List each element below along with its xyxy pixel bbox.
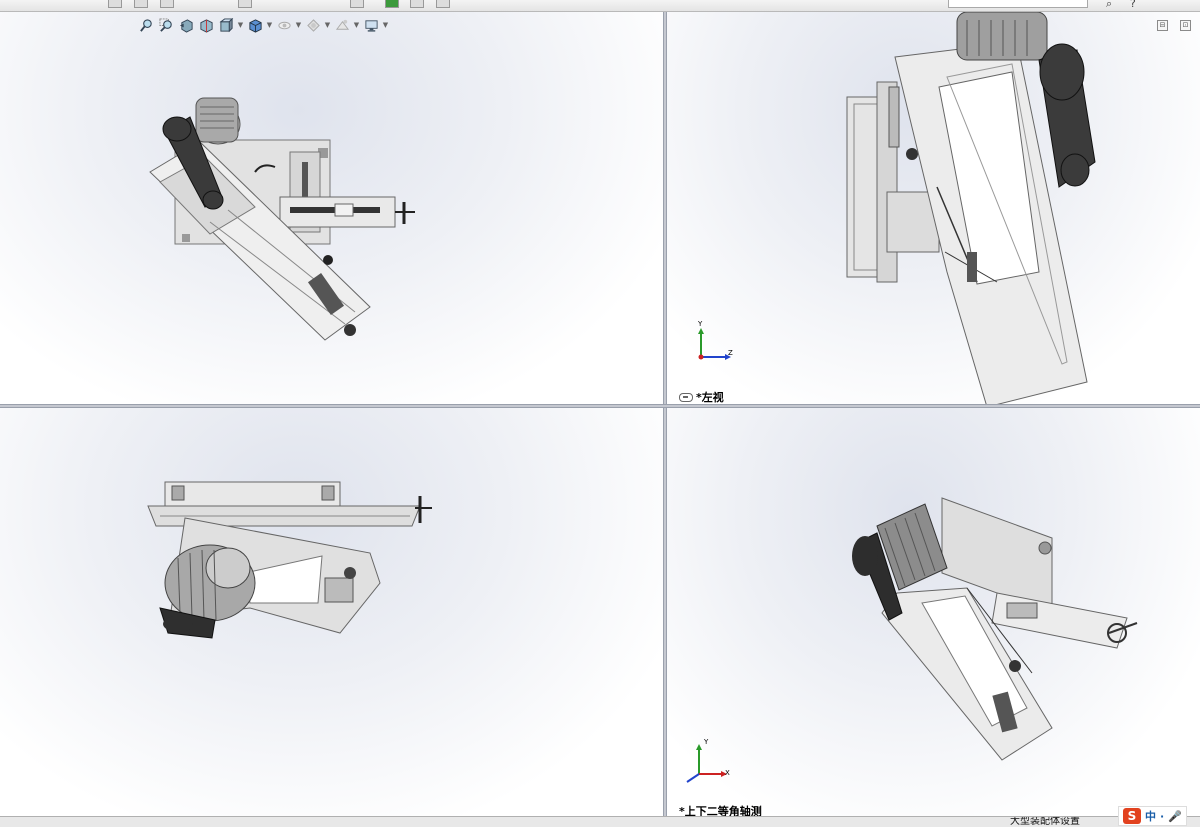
viewport-splitter-vertical[interactable] (663, 12, 667, 816)
triad-y-label: Y (704, 738, 709, 746)
options-button[interactable] (436, 0, 450, 8)
help-icon[interactable]: ? (1130, 0, 1136, 10)
search-input[interactable] (949, 1, 1087, 11)
view-name-left: *左视 (679, 389, 724, 404)
select-tool-button[interactable] (350, 0, 364, 8)
triad-z-label: Z (728, 349, 733, 357)
ime-language[interactable]: 中 (1145, 808, 1156, 824)
axis-triad (686, 744, 727, 783)
viewport-bottom-right[interactable]: Y X *上下二等角轴测 (667, 408, 1200, 816)
search-icon[interactable]: ⌕ (1106, 0, 1112, 11)
toolbar-button[interactable] (410, 0, 424, 8)
microphone-icon[interactable]: 🎤 (1168, 810, 1182, 823)
ime-dot-icon[interactable]: · (1160, 810, 1164, 823)
viewport-top-left[interactable]: ▼ ▼ ▼ ▼ ▼ ▼ (0, 12, 663, 404)
viewport-splitter-horizontal[interactable] (0, 404, 1200, 408)
title-bar: ⌕ ? (0, 0, 1200, 12)
status-bar: 大型装配体设置 (0, 816, 1200, 827)
search-box[interactable] (948, 0, 1088, 11)
toolbar-button[interactable] (134, 0, 148, 8)
toolbar-button[interactable] (108, 0, 122, 8)
view-name-label: *左视 (696, 391, 724, 404)
triad-x-label: X (725, 769, 730, 777)
ime-toolbar[interactable]: S 中 · 🎤 (1118, 806, 1187, 826)
viewport-top-right[interactable]: ⊟ ⊡ Y Z *左视 (667, 12, 1200, 404)
toolbar-button[interactable] (160, 0, 174, 8)
band-saw-model-front-view[interactable] (0, 408, 663, 816)
triad-y-label: Y (698, 320, 703, 328)
toolbar-button[interactable] (238, 0, 252, 8)
viewport-bottom-left[interactable] (0, 408, 663, 816)
view-name-isometric: *上下二等角轴测 (679, 803, 762, 816)
sogou-logo-icon: S (1123, 808, 1141, 824)
link-icon[interactable] (679, 392, 693, 402)
band-saw-model-top-view[interactable] (0, 12, 663, 404)
view-name-label: *上下二等角轴测 (679, 805, 762, 816)
rebuild-button[interactable] (385, 0, 399, 8)
